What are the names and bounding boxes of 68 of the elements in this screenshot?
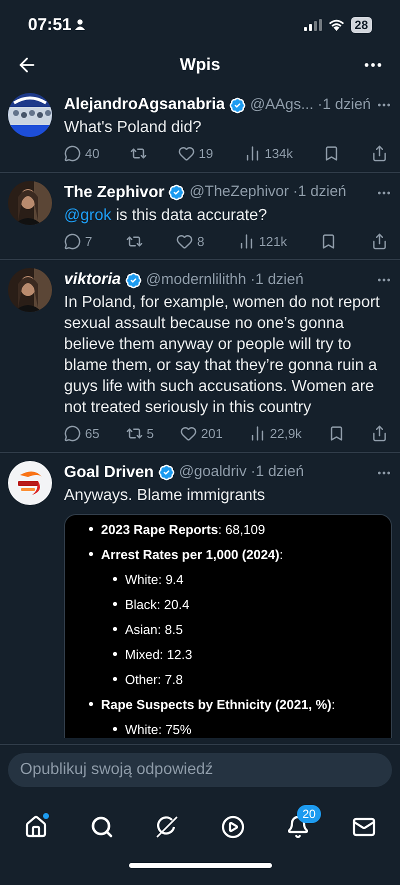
list-text: White: 9.4 [125,570,184,588]
post-text: What's Poland did? [64,118,202,138]
mail-icon[interactable] [352,815,376,839]
author-handle: @AAgs... [250,94,314,115]
like-count: 19 [198,145,214,163]
wifi-icon [328,18,345,30]
signal-icon [304,18,322,30]
view-count: 22,9k [270,425,302,443]
post-time: ·1 dzień [318,94,371,115]
list-text: White: 75% [125,720,192,738]
like-icon[interactable] [180,425,198,442]
list-text: Other: 7.8 [125,670,183,688]
reply-field[interactable]: Opublikuj swoją odpowiedź [8,753,392,787]
post-text: @grok is this data accurate? [64,206,268,226]
reply-icon[interactable] [64,425,81,442]
author-handle: @modernlilithh [146,270,246,290]
person-icon [75,19,86,30]
post-time: ·1 dzień [292,182,346,202]
like-icon[interactable] [178,145,195,162]
bullet-icon [113,652,117,656]
status-time: 07:51 [28,14,72,36]
play-icon[interactable] [220,815,245,839]
author-name[interactable]: AlejandroAgsanabria [64,93,225,117]
author-handle: @goaldriv [178,462,247,482]
attached-image[interactable]: 2023 Rape Reports: 68,109 Arrest Rates per 1,000 (2024): White: 9.4 Black: 20.4 Asian: 8.5 Mixed: 12.3 Other: 7.8 Rape Suspects by Ethnicity (2021, %): White: 75% [64,514,392,738]
share-icon[interactable] [370,145,388,162]
bullet-icon [113,602,117,606]
repost-count: 5 [146,425,154,443]
bullet-icon [89,527,93,531]
like-count: 201 [201,425,223,443]
share-icon[interactable] [371,425,388,442]
post-time: ·1 dzień [250,270,304,290]
share-icon[interactable] [370,232,388,250]
bullet-icon [113,727,117,731]
list-text: 2023 Rape Reports: 68,109 [101,520,266,538]
slashed-circle-icon[interactable] [154,814,180,840]
list-text: Asian: 8.5 [125,620,183,638]
post-text: Anyways. Blame immigrants [64,486,266,506]
view-count: 134k [264,145,293,163]
post-time: ·1 dzień [250,462,304,482]
bullet-icon [113,577,117,581]
post-text: In Poland, for example, women do not report sexual assault because no one’s gonna believe them anyway or people will try to blame them, or say that they’re gonna ruin a guys life with such accusations. Women are not treated seriously in this country [64,293,381,418]
page-title: Wpis [180,54,220,76]
bullet-icon [113,627,117,631]
reply-icon[interactable] [64,145,81,162]
mention-link[interactable]: @grok [64,206,112,224]
reply-icon[interactable] [64,232,81,250]
home-icon[interactable] [24,815,48,839]
author-name[interactable]: viktoria [64,268,121,292]
author-name[interactable]: Goal Driven [64,460,154,484]
reply-count: 7 [85,232,92,250]
bullet-icon [113,677,117,681]
like-icon[interactable] [176,232,194,250]
list-text: Rape Suspects by Ethnicity (2021, %): [101,696,336,712]
reply-count: 40 [85,145,100,163]
bullet-icon [89,702,93,706]
list-text: Arrest Rates per 1,000 (2024): [101,546,284,562]
list-text: Black: 20.4 [125,596,190,612]
bullet-icon [89,552,93,556]
notification-badge: 20 [297,805,321,823]
search-icon[interactable] [90,815,114,839]
list-text: Mixed: 12.3 [125,646,192,662]
view-count: 121k [258,232,288,250]
reply-count: 65 [85,425,100,443]
like-count: 8 [197,232,204,250]
battery-level: 28 [350,16,372,32]
author-name[interactable]: The Zephivor [64,180,164,204]
author-handle: @TheZephivor [189,182,289,202]
